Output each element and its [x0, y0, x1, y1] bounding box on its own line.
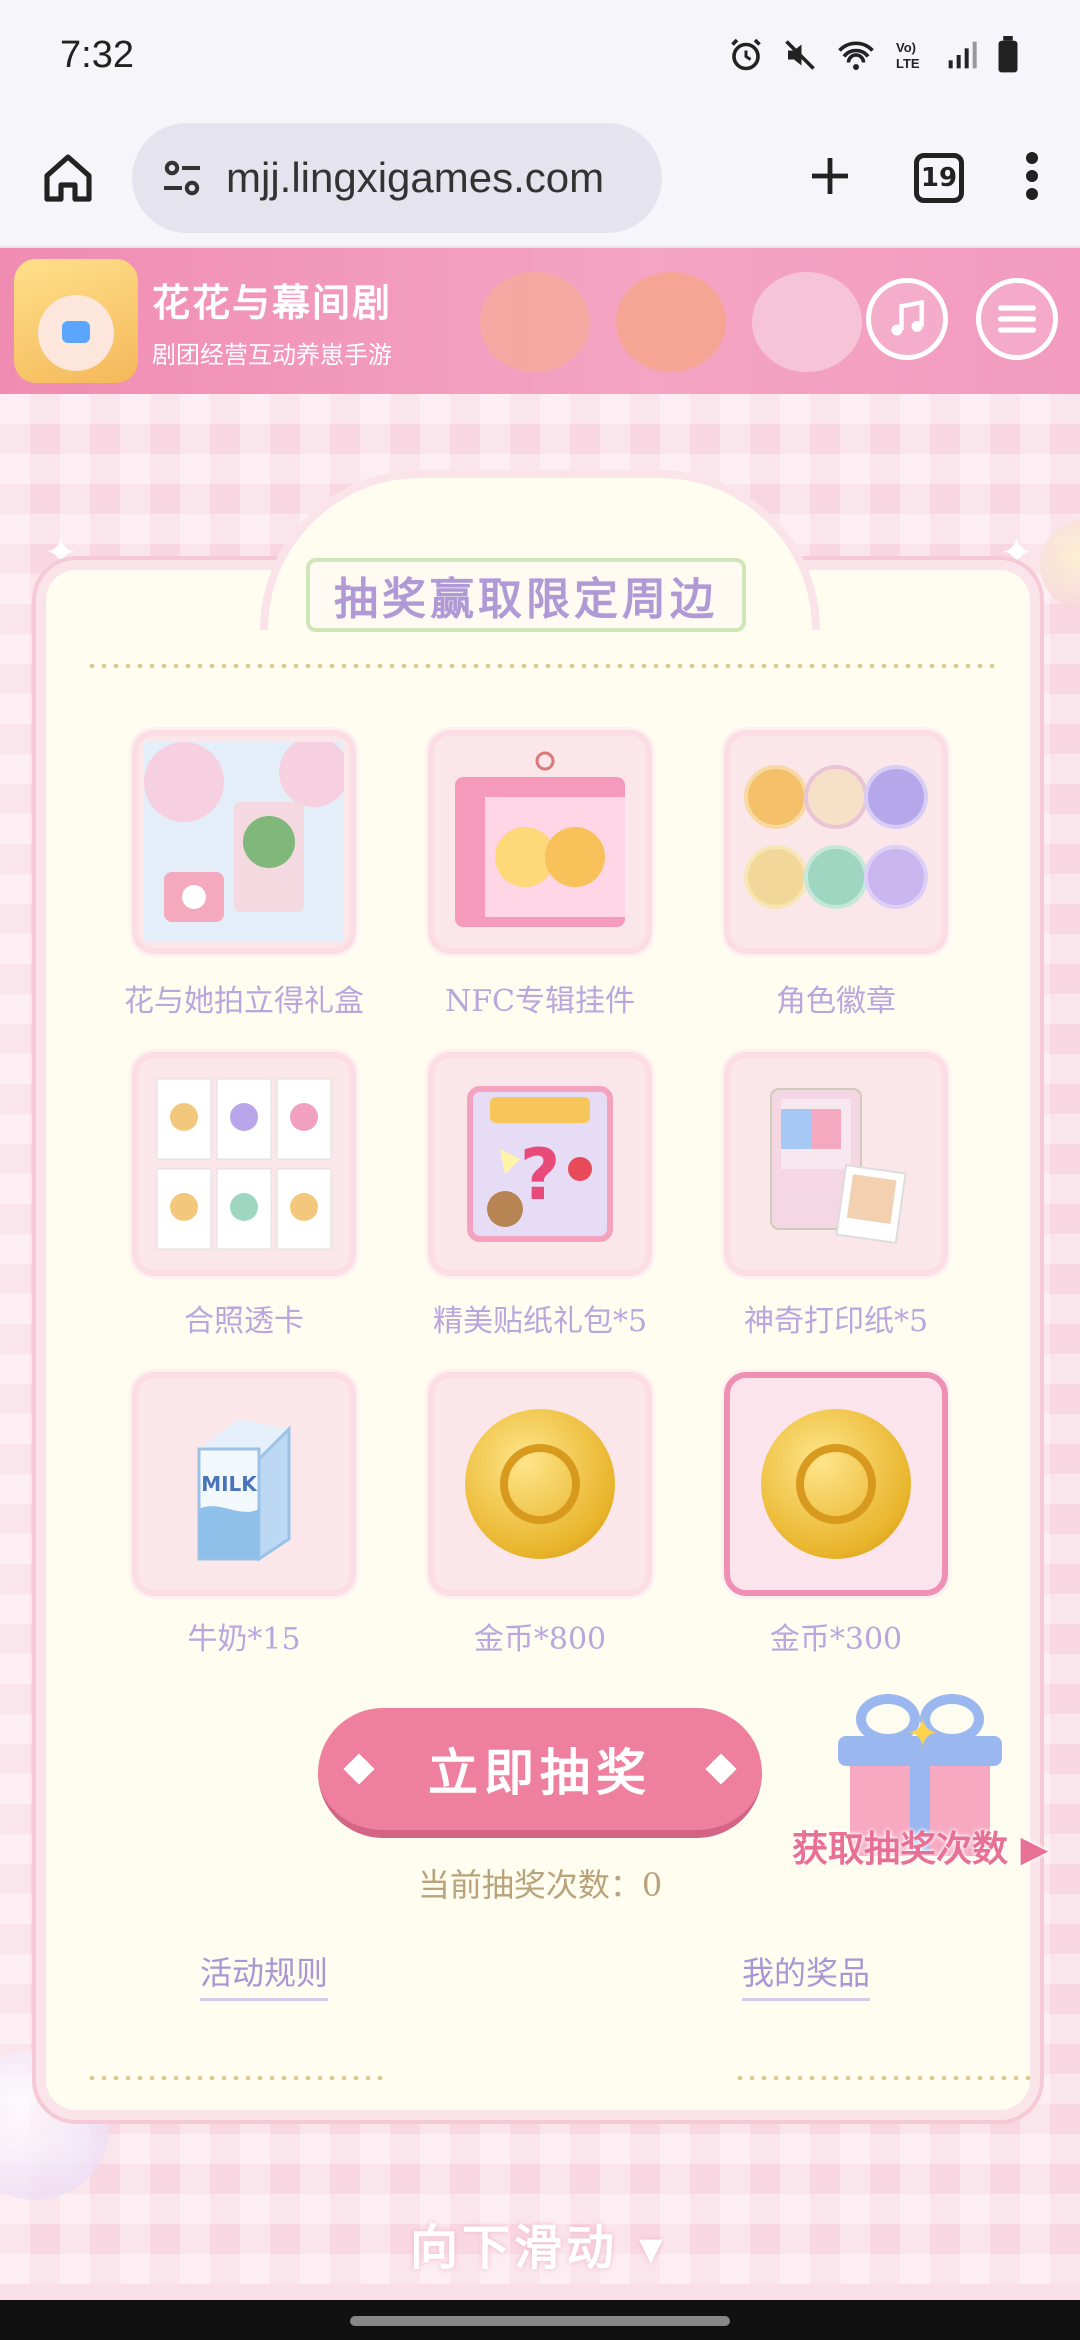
volte-icon: Vo) LTE — [894, 37, 928, 73]
url-text: mjj.lingxigames.com — [226, 154, 605, 201]
prize-label: 神奇打印纸*5 — [743, 1304, 929, 1339]
prize-card[interactable] — [132, 1052, 356, 1276]
tab-switcher-button[interactable]: 19 — [914, 153, 964, 203]
more-menu-button[interactable] — [1024, 150, 1040, 206]
diamond-icon — [343, 1753, 375, 1785]
status-bar: 7:32 Vo) LTE — [0, 0, 1080, 110]
home-gesture-handle[interactable] — [350, 2316, 730, 2326]
prize-card[interactable]: ? — [428, 1052, 652, 1276]
prize-card[interactable] — [428, 1372, 652, 1596]
prize-card[interactable] — [724, 1052, 948, 1276]
get-draw-chances-link[interactable]: 获取抽奖次数 ▶ — [792, 1820, 1048, 1872]
my-prizes-link[interactable]: 我的奖品 — [742, 1948, 871, 2001]
scroll-down-hint[interactable]: 向下滑动 ▾ — [410, 2208, 667, 2278]
prize-label: 合照透卡 — [184, 1304, 304, 1339]
divider — [86, 2076, 386, 2080]
prize-label: 金币*300 — [769, 1622, 903, 1657]
site-subtitle: 剧团经营互动养崽手游 — [152, 341, 392, 369]
print-paper-image — [770, 1088, 907, 1244]
wifi-icon — [836, 37, 876, 73]
draw-now-button[interactable]: 立即抽奖 — [318, 1708, 762, 1838]
milk-carton-image: MILK — [197, 1419, 291, 1562]
panel-title: 抽奖赢取限定周边 — [334, 574, 718, 625]
svg-text:Vo): Vo) — [896, 40, 916, 55]
battery-icon — [996, 36, 1020, 74]
svg-text:LTE: LTE — [896, 56, 920, 71]
more-vert-icon — [1026, 152, 1038, 200]
divider — [86, 664, 996, 668]
system-nav-bar — [0, 2300, 1080, 2340]
character-badges-image — [744, 765, 928, 909]
toolbar-actions: 19 — [806, 150, 1050, 206]
draw-count-text: 当前抽奖次数：0 — [417, 1866, 663, 1904]
prize-label: 牛奶*15 — [187, 1622, 301, 1657]
draw-button-label: 立即抽奖 — [428, 1743, 652, 1802]
site-title: 花花与幕间剧 — [152, 280, 393, 325]
music-note-icon — [891, 299, 924, 336]
prize-label: NFC专辑挂件 — [444, 984, 636, 1019]
prize-card-selected[interactable] — [724, 1372, 948, 1596]
prize-card[interactable] — [428, 730, 652, 954]
address-bar[interactable]: mjj.lingxigames.com — [132, 123, 662, 233]
photo-cards-image — [156, 1078, 332, 1250]
header-text: 花花与幕间剧 剧团经营互动养崽手游 — [152, 272, 392, 370]
polaroid-gift-box-image — [144, 742, 344, 942]
new-tab-button[interactable] — [806, 152, 854, 204]
divider — [734, 2076, 1034, 2080]
status-icons: Vo) LTE — [728, 36, 1020, 74]
rules-link[interactable]: 活动规则 — [200, 1948, 329, 2001]
app-logo[interactable] — [14, 259, 138, 383]
browser-toolbar: mjj.lingxigames.com 19 — [0, 110, 1080, 248]
nfc-album-image — [455, 751, 625, 927]
music-button[interactable] — [866, 278, 948, 360]
prize-label: 角色徽章 — [776, 984, 896, 1019]
home-icon — [44, 154, 92, 202]
svg-text:?: ? — [520, 1134, 561, 1216]
hamburger-icon — [997, 305, 1037, 333]
prize-label: 金币*800 — [473, 1622, 607, 1657]
menu-button[interactable] — [976, 278, 1058, 360]
gold-coin-icon — [465, 1409, 615, 1559]
prize-card[interactable] — [724, 730, 948, 954]
site-header: 花花与幕间剧 剧团经营互动养崽手游 — [0, 248, 1080, 394]
sticker-pack-image: ? — [467, 1086, 613, 1242]
mute-icon — [782, 37, 818, 73]
prize-label: 精美贴纸礼包*5 — [432, 1304, 648, 1339]
site-settings-icon[interactable] — [152, 148, 212, 208]
prize-card[interactable] — [132, 730, 356, 954]
alarm-icon — [728, 37, 764, 73]
svg-text:MILK: MILK — [201, 1472, 258, 1496]
signal-icon — [946, 39, 978, 71]
panel-title-ribbon: 抽奖赢取限定周边 — [306, 558, 746, 632]
gold-coin-icon — [761, 1409, 911, 1559]
prize-card[interactable]: MILK — [132, 1372, 356, 1596]
plus-icon — [812, 158, 848, 194]
home-button[interactable] — [30, 140, 106, 216]
chibi-decoration — [480, 272, 862, 372]
prize-label: 花与她拍立得礼盒 — [124, 984, 364, 1019]
diamond-icon — [705, 1753, 737, 1785]
status-time: 7:32 — [60, 33, 134, 76]
